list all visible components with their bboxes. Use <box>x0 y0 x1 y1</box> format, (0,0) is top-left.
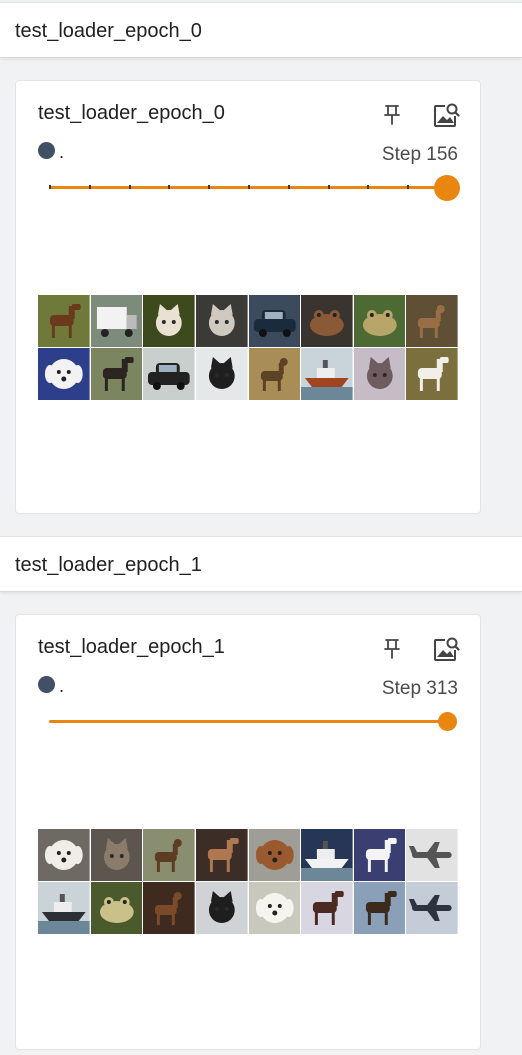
image-tile-cat <box>143 295 195 347</box>
card-title: test_loader_epoch_0 <box>38 102 225 124</box>
slider-thumb[interactable] <box>437 712 457 731</box>
image-tile-horse <box>90 348 143 400</box>
image-search-icon[interactable] <box>432 635 460 663</box>
image-tile-airplane <box>406 882 458 934</box>
run-name: . <box>59 676 65 696</box>
section-header-epoch-1[interactable]: test_loader_epoch_1 <box>0 536 522 592</box>
card-title: test_loader_epoch_1 <box>38 636 225 658</box>
image-tile-frog <box>301 295 353 347</box>
run-color-dot <box>38 676 55 693</box>
slider-tick <box>407 185 409 189</box>
image-tile-ship <box>38 882 90 934</box>
image-tile-cat <box>353 348 406 400</box>
image-tile-cat <box>195 348 248 400</box>
pin-icon[interactable] <box>382 637 402 661</box>
slider-tick <box>248 185 250 189</box>
image-grid[interactable] <box>38 829 458 934</box>
image-grid[interactable] <box>38 295 458 400</box>
image-search-icon[interactable] <box>432 101 460 129</box>
image-card-epoch-0: test_loader_epoch_0 . Step 156 <box>15 80 481 514</box>
image-tile-airplane <box>406 829 458 881</box>
slider-tick <box>49 185 51 189</box>
section-header-label: test_loader_epoch_0 <box>15 20 202 42</box>
image-tile-ship <box>301 348 353 400</box>
step-label: Step 313 <box>381 678 458 699</box>
run-name: . <box>59 142 65 162</box>
section-header-label: test_loader_epoch_1 <box>15 554 202 576</box>
image-card-epoch-1: test_loader_epoch_1 . Step 313 <box>15 614 481 1050</box>
run-color-dot <box>38 142 55 159</box>
image-tile-horse <box>301 882 353 934</box>
image-tile-deer <box>406 295 458 347</box>
image-tile-horse <box>406 348 458 400</box>
slider-tick <box>129 185 131 189</box>
step-slider[interactable] <box>49 711 457 733</box>
image-tile-dog <box>248 882 301 934</box>
step-label: Step 156 <box>381 144 458 165</box>
step-slider[interactable] <box>49 174 460 201</box>
image-tile-dog <box>248 829 301 881</box>
image-tile-frog <box>353 295 406 347</box>
image-tile-deer <box>143 829 195 881</box>
image-tile-car <box>143 348 195 400</box>
image-tile-cat <box>195 882 248 934</box>
image-tile-dog <box>38 829 90 881</box>
slider-tick <box>367 185 369 189</box>
image-tile-dog <box>38 348 90 400</box>
section-header-epoch-0[interactable]: test_loader_epoch_0 <box>0 2 522 58</box>
slider-thumb[interactable] <box>434 174 460 201</box>
image-tile-deer <box>143 882 195 934</box>
image-tile-frog <box>90 882 143 934</box>
slider-tick <box>168 185 170 189</box>
image-tile-horse <box>353 882 406 934</box>
slider-tick <box>208 185 210 189</box>
image-tile-car <box>248 295 301 347</box>
slider-track <box>49 720 447 723</box>
image-tile-horse <box>353 829 406 881</box>
image-tile-ship <box>301 829 353 881</box>
image-tile-deer <box>248 348 301 400</box>
pin-icon[interactable] <box>382 103 402 127</box>
slider-tick <box>89 185 91 189</box>
image-tile-truck <box>90 295 143 347</box>
slider-tick <box>288 185 290 189</box>
slider-tick <box>328 185 330 189</box>
image-tile-cat <box>90 829 143 881</box>
image-tile-horse <box>38 295 90 347</box>
image-tile-horse <box>195 829 248 881</box>
image-tile-cat <box>195 295 248 347</box>
